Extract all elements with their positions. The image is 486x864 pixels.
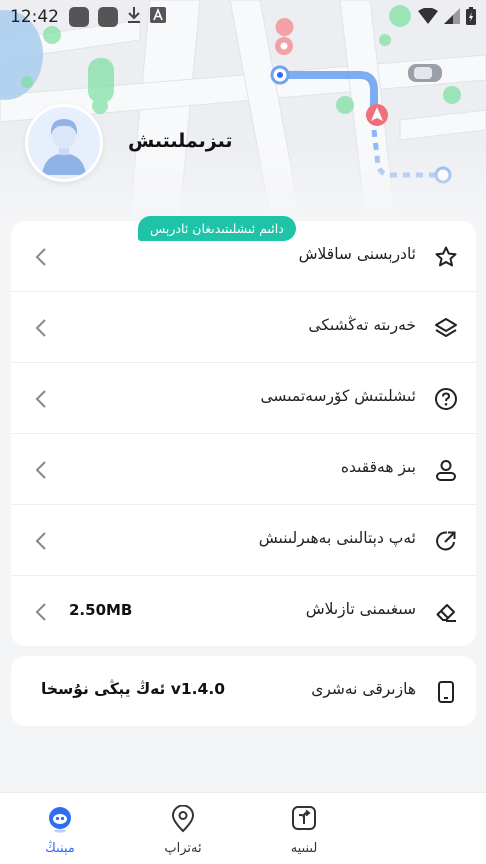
username[interactable]: تىزىملىتىش (128, 130, 232, 152)
app-square-icon (98, 7, 118, 27)
status-time: 12:42 (10, 7, 59, 27)
cache-size: 2.50MB (69, 601, 133, 619)
route-icon (291, 805, 317, 833)
star-icon (434, 245, 458, 269)
tab-nearby[interactable]: ئەتراپ (133, 793, 233, 864)
tab-route[interactable]: لىنىيە (254, 793, 354, 864)
chevron-left-icon (33, 531, 49, 551)
menu-item-about-us[interactable]: بىز ھەققىدە (11, 434, 476, 505)
menu-item-label: ئادرېسنى ساقلاش (298, 245, 416, 263)
menu-item-map-settings[interactable]: خەرىتە تەڭشىكى (11, 292, 476, 363)
app-square-icon (69, 7, 89, 27)
frequent-address-badge: دائىم ئىشلىتىدىغان ئادرېس (138, 216, 296, 241)
menu-item-share-app[interactable]: ئەپ دېتالىنى بەھىرلىنىش (11, 505, 476, 576)
battery-charging-icon (466, 7, 476, 29)
share-icon (434, 529, 458, 553)
help-circle-icon (434, 387, 458, 411)
person-icon (434, 458, 458, 482)
chevron-left-icon (33, 247, 49, 267)
translate-icon (150, 7, 166, 27)
tab-mine-label: مېنىڭ (45, 841, 75, 856)
user-avatar-icon (28, 107, 100, 179)
download-icon (127, 6, 141, 28)
signal-icon (444, 8, 460, 28)
menu-item-saved-addresses[interactable]: دائىم ئىشلىتىدىغان ئادرېس ئادرېسنى ساقلا… (11, 216, 476, 292)
menu-card: دائىم ئىشلىتىدىغان ئادرېس ئادرېسنى ساقلا… (11, 216, 476, 647)
menu-item-label: بىز ھەققىدە (340, 458, 416, 476)
tab-nearby-label: ئەتراپ (164, 841, 202, 856)
menu-item-label: ئەپ دېتالىنى بەھىرلىنىش (258, 529, 416, 547)
version-row[interactable]: ھازىرقى نەشرى v1.4.0 ئەڭ يېڭى نۇسخا (11, 656, 476, 726)
menu-item-label: سىغىمنى تازىلاش (305, 600, 416, 618)
avatar[interactable] (25, 104, 103, 182)
version-label: ھازىرقى نەشرى (311, 680, 416, 698)
chevron-left-icon (33, 318, 49, 338)
status-bar: 12:42 (0, 0, 486, 34)
location-pin-icon (170, 804, 196, 833)
layers-icon (434, 316, 458, 340)
bottom-nav: مېنىڭ ئەتراپ لىنىيە (0, 792, 486, 864)
menu-item-label: خەرىتە تەڭشىكى (308, 316, 416, 334)
menu-item-label: ئىشلىتىش كۆرسەتمىسى (260, 387, 416, 405)
menu-item-clear-cache[interactable]: سىغىمنى تازىلاش 2.50MB (11, 576, 476, 647)
wifi-icon (418, 7, 438, 28)
chevron-left-icon (33, 602, 49, 622)
profile-tab-icon (47, 805, 73, 833)
version-card: ھازىرقى نەشرى v1.4.0 ئەڭ يېڭى نۇسخا (11, 656, 476, 726)
tab-mine[interactable]: مېنىڭ (10, 793, 110, 864)
chevron-left-icon (33, 460, 49, 480)
phone-icon (434, 680, 458, 704)
eraser-icon (434, 600, 458, 624)
chevron-left-icon (33, 389, 49, 409)
menu-item-user-guide[interactable]: ئىشلىتىش كۆرسەتمىسى (11, 363, 476, 434)
tab-route-label: لىنىيە (290, 841, 318, 856)
version-value: v1.4.0 ئەڭ يېڭى نۇسخا (41, 680, 226, 698)
